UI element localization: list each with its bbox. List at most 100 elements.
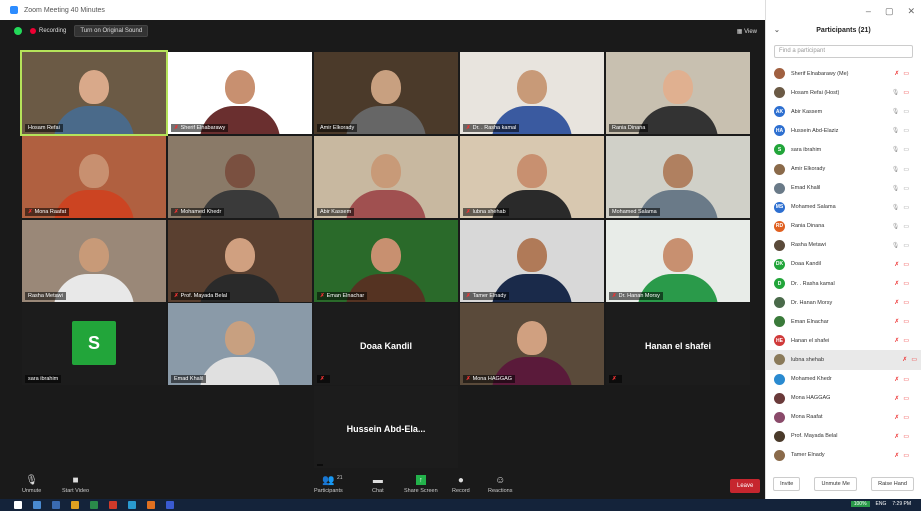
chevron-down-icon[interactable]: ⌄ [774,26,780,34]
participant-row[interactable]: Emad Khalil 🎙 ▭ [774,179,913,198]
participant-video-face [79,238,109,273]
microphone-muted-icon: ✗ [894,395,900,402]
video-tile[interactable]: ✗ Tamer Elnady [460,220,604,302]
participant-status: ✗ ▭ [894,261,909,268]
chat-button[interactable]: ▬ Chat [372,475,384,495]
leave-button[interactable]: Leave [730,479,761,493]
participant-name-label: ✗ Mona HAGGAG [463,375,516,383]
participant-row[interactable]: Prof. Mayada Belal ✗ ▭ [774,427,913,446]
participant-row[interactable]: Mona Raafat ✗ ▭ [774,408,913,427]
battery-indicator[interactable]: 100% [850,501,870,507]
close-icon[interactable]: ✕ [907,6,915,17]
task-view-icon[interactable] [52,501,60,509]
participant-row[interactable]: Mohamed Khedr ✗ ▭ [774,370,913,389]
participant-video-face [517,238,547,273]
video-tile[interactable]: Hanan el shafei ✗ [606,303,750,385]
word-icon[interactable] [166,501,174,509]
video-tile[interactable]: Hosam Refai [20,50,168,136]
video-tile[interactable]: ✗ Sherif Elnabarawy [168,52,312,134]
unmute-button[interactable]: 🎙 Unmute [22,474,41,495]
original-sound-button[interactable]: Turn on Original Sound [74,25,149,37]
participant-row[interactable]: Tamer Elnady ✗ ▭ [774,446,913,465]
file-explorer-icon[interactable] [71,501,79,509]
participant-search-input[interactable]: Find a participant [774,45,913,58]
participant-row[interactable]: Amir Elkorady 🎙 ▭ [774,159,913,178]
video-tile[interactable]: Ssara ibrahim [22,303,166,385]
invite-button[interactable]: Invite [773,477,801,491]
powerpoint-icon[interactable] [147,501,155,509]
reactions-button[interactable]: ☺ Reactions [488,475,512,495]
app-icon[interactable] [109,501,117,509]
participant-status: 🎙 ▭ [892,223,909,230]
video-off-icon: ▭ [903,452,909,459]
share-screen-button[interactable]: ↑ Share Screen [404,475,438,494]
participant-status: 🎙 ▭ [892,108,909,115]
participant-row[interactable]: Sherif Elnabarawy (Me) ✗ ▭ [774,64,913,83]
participant-row[interactable]: HE Hanan el shafei ✗ ▭ [774,331,913,350]
video-off-icon: ▭ [903,414,909,421]
microphone-muted-icon: ✗ [894,452,900,459]
zoom-taskbar-icon[interactable] [128,501,136,509]
video-tile[interactable]: ✗ lubna shehab [460,136,604,218]
video-tile[interactable]: ✗ Mona HAGGAG [460,303,604,385]
start-video-button[interactable]: ■ Start Video [62,475,89,495]
participant-name: Hanan el shafei [791,337,830,344]
participants-footer: Invite Unmute Me Raise Hand [766,477,921,491]
video-tile[interactable]: ✗ Prof. Mayada Belal [168,220,312,302]
teams-icon[interactable] [33,501,41,509]
participant-video-face [517,70,547,105]
windows-start-icon[interactable] [14,501,22,509]
avatar: S [72,321,116,365]
video-tile[interactable]: Abir Kassem [314,136,458,218]
raise-hand-button[interactable]: Raise Hand [871,477,914,491]
participant-row[interactable]: Dr. Hanan Morsy ✗ ▭ [774,293,913,312]
microphone-icon: 🎙 [891,242,900,249]
participant-row[interactable]: AK Abir Kassem 🎙 ▭ [774,102,913,121]
video-tile[interactable]: Hussein Abd-Ela... [314,386,458,468]
video-tile[interactable]: ✗ Dr. . Rasha kamal [460,52,604,134]
encryption-shield-icon[interactable] [14,27,22,35]
participant-row[interactable]: Mona HAGGAG ✗ ▭ [774,389,913,408]
language-indicator[interactable]: ENG [876,501,887,507]
video-tile[interactable]: ✗ Eman Elnachar [314,220,458,302]
participant-video-face [371,154,401,189]
avatar: AK [774,106,785,118]
record-button[interactable]: ● Record [452,475,470,495]
video-tile[interactable]: Amir Elkorady [314,52,458,134]
record-label: Record [452,488,470,494]
participant-name: lubna shehab [791,356,825,363]
view-button[interactable]: ▦ View [737,28,757,35]
video-tile[interactable]: ✗ Mohamed Khedr [168,136,312,218]
video-tile[interactable]: Rania Dinana [606,52,750,134]
video-tile[interactable]: ✗ Mona Raafat [22,136,166,218]
participant-row[interactable]: RD Rania Dinana 🎙 ▭ [774,217,913,236]
video-off-icon: ▭ [903,376,909,383]
avatar [774,87,785,99]
participant-row[interactable]: Eman Elnachar ✗ ▭ [774,312,913,331]
participant-row[interactable]: DK Doaa Kandil ✗ ▭ [774,255,913,274]
minimize-icon[interactable]: – [866,6,871,17]
participant-video-face [663,238,693,273]
participant-row[interactable]: Ssara ibrahim 🎙 ▭ [774,140,913,159]
microphone-muted-icon: 🎙 [25,474,38,486]
video-tile[interactable]: ✗ Dr. Hanan Morsy [606,220,750,302]
video-tile[interactable]: Rasha Metawi [22,220,166,302]
participant-row[interactable]: MS Mohamed Salama 🎙 ▭ [774,198,913,217]
participant-row[interactable]: HA Hussein Abd-Elaziz 🎙 ▭ [774,121,913,140]
participants-title: Participants (21) [816,27,871,34]
browser-icon[interactable] [90,501,98,509]
recording-indicator[interactable]: Recording [30,28,66,34]
maximize-icon[interactable]: ▢ [885,6,894,17]
participant-row[interactable]: D Dr. . Rasha kamal ✗ ▭ [774,274,913,293]
participant-status: 🎙 ▭ [892,204,909,211]
participant-name: Amir Elkorady [791,166,826,173]
clock[interactable]: 7:29 PM [892,501,911,507]
participant-row[interactable]: lubna shehab ✗ ▭ [766,350,921,370]
video-tile[interactable]: Mohamed Salama [606,136,750,218]
participant-status: ✗ ▭ [894,452,909,459]
unmute-me-button[interactable]: Unmute Me [814,477,857,491]
participant-row[interactable]: Rasha Metawi 🎙 ▭ [774,236,913,255]
video-tile[interactable]: Doaa Kandil ✗ [314,303,458,385]
participant-row[interactable]: Hosam Refai (Host) 🎙 ▭ [774,83,913,102]
video-tile[interactable]: Emad Khalil [168,303,312,385]
